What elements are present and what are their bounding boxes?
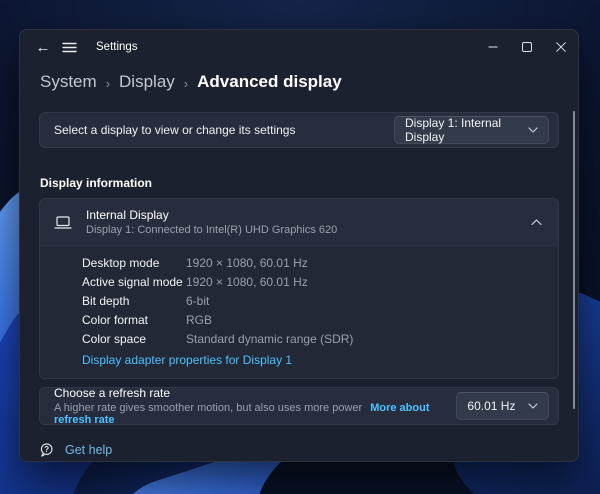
caption-controls <box>476 30 578 64</box>
display-selector-card: Select a display to view or change its s… <box>39 112 559 148</box>
refresh-rate-card: Choose a refresh rate A higher rate give… <box>39 386 559 426</box>
display-selector-label: Select a display to view or change its s… <box>54 123 296 137</box>
navigation-menu-button[interactable] <box>56 34 82 60</box>
laptop-display-icon <box>53 215 75 230</box>
settings-content: Select a display to view or change its s… <box>20 112 578 426</box>
display-selector-value: Display 1: Internal Display <box>405 116 502 144</box>
get-help-label: Get help <box>65 442 113 457</box>
expander-header[interactable]: Internal Display Display 1: Connected to… <box>40 199 558 245</box>
close-icon <box>556 42 566 52</box>
breadcrumb-item-display[interactable]: Display <box>119 72 175 92</box>
detail-label: Color space <box>82 332 147 346</box>
maximize-icon <box>522 42 532 52</box>
display-information-expander: Internal Display Display 1: Connected to… <box>39 198 559 379</box>
detail-label: Active signal mode <box>82 275 183 289</box>
chevron-right-icon: › <box>183 75 189 91</box>
page-title: Advanced display <box>197 72 342 91</box>
refresh-rate-dropdown[interactable]: 60.01 Hz <box>456 392 549 420</box>
display-adapter-properties-link[interactable]: Display adapter properties for Display 1 <box>82 351 292 370</box>
breadcrumb-item-system[interactable]: System <box>40 72 97 92</box>
collapse-expander-button[interactable] <box>531 218 542 226</box>
get-help-link[interactable]: ? Get help <box>39 442 112 457</box>
section-heading-display-information: Display information <box>40 176 153 190</box>
refresh-rate-description: A higher rate gives smoother motion, but… <box>54 402 456 426</box>
display-details: Desktop mode 1920 × 1080, 60.01 Hz Activ… <box>40 245 558 378</box>
hamburger-icon <box>61 42 77 52</box>
back-arrow-icon: ← <box>35 38 51 56</box>
refresh-rate-value: 60.01 Hz <box>467 399 516 413</box>
minimize-icon <box>488 46 498 48</box>
detail-label: Bit depth <box>82 294 130 308</box>
detail-value: 1920 × 1080, 60.01 Hz <box>186 256 308 270</box>
detail-row-color-format: Color format RGB <box>82 311 544 330</box>
close-button[interactable] <box>544 30 578 64</box>
display-selector-dropdown[interactable]: Display 1: Internal Display <box>394 116 549 144</box>
breadcrumb: System › Display › Advanced display <box>20 64 578 96</box>
detail-row-active-signal-mode: Active signal mode 1920 × 1080, 60.01 Hz <box>82 273 544 292</box>
detail-label: Color format <box>82 313 149 327</box>
expander-titles: Internal Display Display 1: Connected to… <box>86 208 337 236</box>
svg-text:?: ? <box>44 445 49 454</box>
desktop-wallpaper: ← Settings System › Display › Advanced d… <box>0 0 600 494</box>
titlebar: ← Settings <box>20 30 578 64</box>
back-button[interactable]: ← <box>30 34 56 60</box>
maximize-button[interactable] <box>510 30 544 64</box>
chevron-down-icon <box>528 403 538 409</box>
refresh-rate-title: Choose a refresh rate <box>54 386 171 400</box>
minimize-button[interactable] <box>476 30 510 64</box>
chevron-right-icon: › <box>105 75 111 91</box>
chevron-up-icon <box>531 218 542 225</box>
detail-value: 6-bit <box>186 294 210 308</box>
detail-label: Desktop mode <box>82 256 160 270</box>
display-connection-info: Display 1: Connected to Intel(R) UHD Gra… <box>86 224 338 236</box>
help-question-icon: ? <box>39 442 54 457</box>
window-title: Settings <box>96 41 138 53</box>
detail-row-desktop-mode: Desktop mode 1920 × 1080, 60.01 Hz <box>82 254 544 273</box>
detail-value: 1920 × 1080, 60.01 Hz <box>186 275 308 289</box>
display-name: Internal Display <box>86 208 169 222</box>
settings-window: ← Settings System › Display › Advanced d… <box>19 29 579 462</box>
refresh-rate-text: Choose a refresh rate A higher rate give… <box>54 386 456 426</box>
chevron-down-icon <box>528 127 538 133</box>
vertical-scrollbar[interactable] <box>573 111 575 409</box>
detail-row-bit-depth: Bit depth 6-bit <box>82 292 544 311</box>
refresh-rate-description-text: A higher rate gives smoother motion, but… <box>54 402 363 414</box>
detail-value: RGB <box>186 313 213 327</box>
detail-value: Standard dynamic range (SDR) <box>186 332 354 346</box>
detail-row-color-space: Color space Standard dynamic range (SDR) <box>82 330 544 349</box>
